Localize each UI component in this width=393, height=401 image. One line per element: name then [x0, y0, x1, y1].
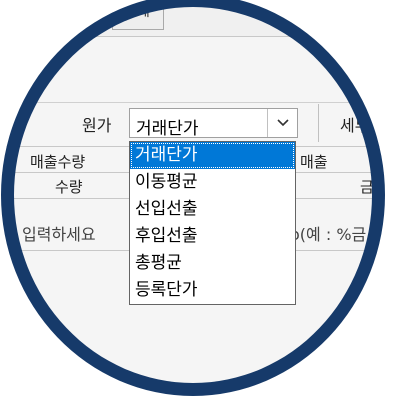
- dropdown-option[interactable]: 거래단가: [130, 142, 295, 169]
- section-divider: [1, 102, 385, 103]
- detail-label-partial: 세부: [340, 116, 370, 135]
- sales-qty-header: 매출수량: [30, 153, 86, 171]
- form-window: 계 원가 거래단가 세부 매출수량 매출 수량 금 입력하세요 o(예 : %금…: [1, 0, 385, 396]
- magnifier-lens: 계 원가 거래단가 세부 매출수량 매출 수량 금 입력하세요 o(예 : %금…: [1, 0, 385, 396]
- cost-method-dropdown-list[interactable]: 거래단가 이동평균 선입선출 후입선출 총평균 등록단가: [129, 141, 296, 305]
- quantity-column-header: 수량: [55, 178, 83, 196]
- cost-label: 원가: [82, 116, 112, 135]
- dropdown-option[interactable]: 후입선출: [130, 223, 295, 250]
- quantity-input-placeholder[interactable]: 입력하세요: [22, 221, 96, 245]
- amount-column-header-partial: 금: [360, 178, 374, 196]
- tab-strip: 계: [1, 0, 385, 36]
- tab-partial[interactable]: 계: [112, 0, 164, 30]
- dropdown-option[interactable]: 등록단가: [130, 277, 295, 304]
- cost-method-combobox[interactable]: 거래단가: [129, 108, 298, 139]
- combo-separator: [267, 109, 268, 137]
- chevron-down-icon[interactable]: [276, 118, 290, 128]
- dropdown-option[interactable]: 이동평균: [130, 169, 295, 196]
- sales-header-partial: 매출: [300, 153, 328, 171]
- dropdown-option[interactable]: 선입선출: [130, 196, 295, 223]
- column-separator: [318, 104, 319, 142]
- amount-hint-partial: o(예 : %금: [290, 225, 367, 244]
- dropdown-option[interactable]: 총평균: [130, 250, 295, 277]
- tab-divider: [1, 36, 385, 37]
- cost-method-value: 거래단가: [136, 119, 199, 139]
